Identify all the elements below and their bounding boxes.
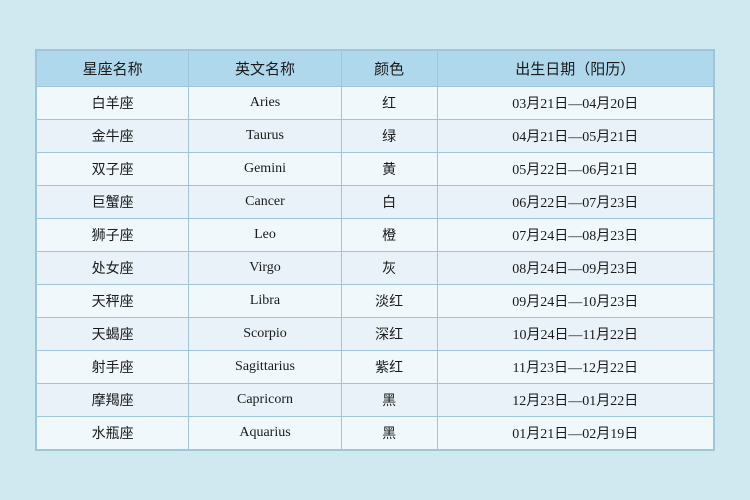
cell-dates: 07月24日—08月23日 xyxy=(437,219,713,252)
zodiac-table: 星座名称 英文名称 颜色 出生日期（阳历） 白羊座Aries红03月21日—04… xyxy=(36,50,714,450)
cell-english-name: Gemini xyxy=(189,153,341,186)
cell-color: 橙 xyxy=(341,219,437,252)
cell-english-name: Taurus xyxy=(189,120,341,153)
cell-chinese-name: 水瓶座 xyxy=(37,417,189,450)
cell-english-name: Libra xyxy=(189,285,341,318)
cell-english-name: Scorpio xyxy=(189,318,341,351)
cell-dates: 03月21日—04月20日 xyxy=(437,87,713,120)
cell-chinese-name: 巨蟹座 xyxy=(37,186,189,219)
cell-english-name: Capricorn xyxy=(189,384,341,417)
cell-dates: 12月23日—01月22日 xyxy=(437,384,713,417)
table-row: 白羊座Aries红03月21日—04月20日 xyxy=(37,87,714,120)
cell-dates: 09月24日—10月23日 xyxy=(437,285,713,318)
table-row: 摩羯座Capricorn黑12月23日—01月22日 xyxy=(37,384,714,417)
cell-chinese-name: 处女座 xyxy=(37,252,189,285)
cell-english-name: Cancer xyxy=(189,186,341,219)
cell-dates: 04月21日—05月21日 xyxy=(437,120,713,153)
table-row: 水瓶座Aquarius黑01月21日—02月19日 xyxy=(37,417,714,450)
cell-color: 绿 xyxy=(341,120,437,153)
col-header-dates: 出生日期（阳历） xyxy=(437,51,713,87)
cell-english-name: Aquarius xyxy=(189,417,341,450)
col-header-color: 颜色 xyxy=(341,51,437,87)
zodiac-table-container: 星座名称 英文名称 颜色 出生日期（阳历） 白羊座Aries红03月21日—04… xyxy=(35,49,715,451)
cell-color: 紫红 xyxy=(341,351,437,384)
cell-chinese-name: 射手座 xyxy=(37,351,189,384)
cell-chinese-name: 天秤座 xyxy=(37,285,189,318)
cell-color: 白 xyxy=(341,186,437,219)
table-row: 双子座Gemini黄05月22日—06月21日 xyxy=(37,153,714,186)
cell-dates: 06月22日—07月23日 xyxy=(437,186,713,219)
cell-dates: 10月24日—11月22日 xyxy=(437,318,713,351)
cell-chinese-name: 天蝎座 xyxy=(37,318,189,351)
cell-english-name: Aries xyxy=(189,87,341,120)
cell-color: 黑 xyxy=(341,384,437,417)
col-header-english: 英文名称 xyxy=(189,51,341,87)
table-row: 射手座Sagittarius紫红11月23日—12月22日 xyxy=(37,351,714,384)
table-body: 白羊座Aries红03月21日—04月20日金牛座Taurus绿04月21日—0… xyxy=(37,87,714,450)
table-row: 狮子座Leo橙07月24日—08月23日 xyxy=(37,219,714,252)
cell-color: 黄 xyxy=(341,153,437,186)
cell-chinese-name: 狮子座 xyxy=(37,219,189,252)
cell-dates: 11月23日—12月22日 xyxy=(437,351,713,384)
cell-chinese-name: 金牛座 xyxy=(37,120,189,153)
cell-chinese-name: 摩羯座 xyxy=(37,384,189,417)
cell-color: 淡红 xyxy=(341,285,437,318)
cell-dates: 05月22日—06月21日 xyxy=(437,153,713,186)
cell-chinese-name: 双子座 xyxy=(37,153,189,186)
cell-chinese-name: 白羊座 xyxy=(37,87,189,120)
cell-dates: 01月21日—02月19日 xyxy=(437,417,713,450)
table-row: 处女座Virgo灰08月24日—09月23日 xyxy=(37,252,714,285)
table-row: 巨蟹座Cancer白06月22日—07月23日 xyxy=(37,186,714,219)
table-header-row: 星座名称 英文名称 颜色 出生日期（阳历） xyxy=(37,51,714,87)
table-row: 金牛座Taurus绿04月21日—05月21日 xyxy=(37,120,714,153)
cell-dates: 08月24日—09月23日 xyxy=(437,252,713,285)
cell-english-name: Virgo xyxy=(189,252,341,285)
cell-color: 灰 xyxy=(341,252,437,285)
table-row: 天秤座Libra淡红09月24日—10月23日 xyxy=(37,285,714,318)
cell-english-name: Sagittarius xyxy=(189,351,341,384)
col-header-chinese: 星座名称 xyxy=(37,51,189,87)
cell-color: 红 xyxy=(341,87,437,120)
cell-color: 黑 xyxy=(341,417,437,450)
table-row: 天蝎座Scorpio深红10月24日—11月22日 xyxy=(37,318,714,351)
cell-color: 深红 xyxy=(341,318,437,351)
cell-english-name: Leo xyxy=(189,219,341,252)
